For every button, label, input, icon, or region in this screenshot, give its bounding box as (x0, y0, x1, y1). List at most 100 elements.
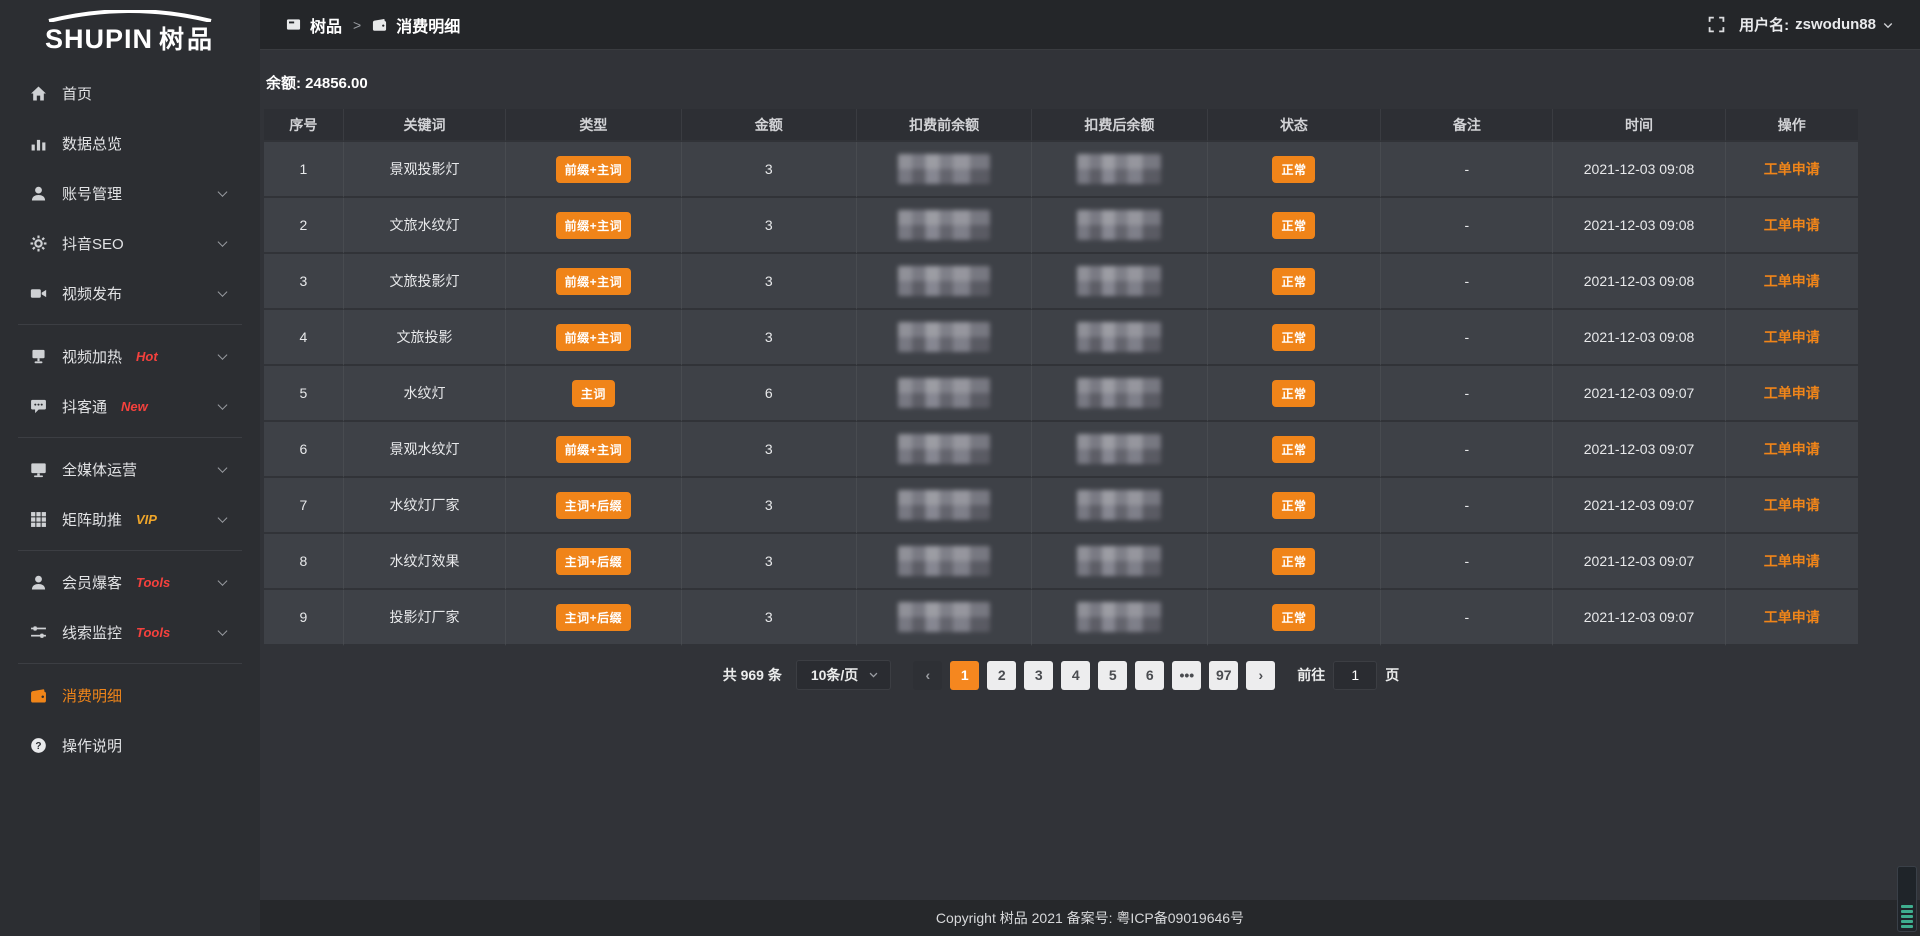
sliders-icon (30, 624, 47, 641)
work-order-link[interactable]: 工单申请 (1764, 553, 1820, 569)
pagination-page-button[interactable]: 97 (1209, 661, 1238, 690)
column-header: 扣费前余额 (857, 109, 1032, 142)
work-order-link[interactable]: 工单申请 (1764, 609, 1820, 625)
sidebar-item-sliders-10[interactable]: 线索监控Tools (0, 607, 260, 657)
work-order-link[interactable]: 工单申请 (1764, 441, 1820, 457)
cell-type: 主词 (506, 366, 681, 422)
work-order-link[interactable]: 工单申请 (1764, 217, 1820, 233)
screen-icon (30, 348, 47, 365)
sidebar-item-label: 抖客通 (62, 396, 107, 417)
page-size-select[interactable]: 10条/页 (796, 660, 891, 690)
cell-time: 2021-12-03 09:07 (1553, 366, 1725, 422)
chevron-down-icon (218, 287, 228, 297)
sidebar-item-label: 账号管理 (62, 183, 122, 204)
gear-icon (30, 235, 47, 252)
work-order-link[interactable]: 工单申请 (1764, 329, 1820, 345)
menu-divider (18, 437, 242, 438)
cell-time: 2021-12-03 09:08 (1553, 198, 1725, 254)
cell-index: 5 (264, 366, 344, 422)
sidebar-item-video-4[interactable]: 视频发布 (0, 268, 260, 318)
sidebar-item-user-9[interactable]: 会员爆客Tools (0, 557, 260, 607)
sidebar-item-screen-5[interactable]: 视频加热Hot (0, 331, 260, 381)
work-order-link[interactable]: 工单申请 (1764, 161, 1820, 177)
sidebar-item-home-0[interactable]: 首页 (0, 68, 260, 118)
sidebar-item-tag: New (121, 399, 148, 414)
chevron-down-icon (218, 187, 228, 197)
cell-type: 前缀+主词 (506, 142, 681, 198)
breadcrumb: 树品 > 消费明细 (286, 13, 460, 37)
cell-index: 7 (264, 478, 344, 534)
cell-balance-before (857, 422, 1032, 478)
cell-keyword: 文旅投影灯 (344, 254, 507, 310)
pagination-page-button[interactable]: 6 (1135, 661, 1164, 690)
pagination-page-button[interactable]: 4 (1061, 661, 1090, 690)
work-order-link[interactable]: 工单申请 (1764, 273, 1820, 289)
column-header: 关键词 (344, 109, 507, 142)
sidebar-item-grid-8[interactable]: 矩阵助推VIP (0, 494, 260, 544)
username-label: 用户名: (1739, 14, 1789, 35)
sidebar-item-chat-6[interactable]: 抖客通 New (0, 381, 260, 431)
goto-label: 前往 (1297, 665, 1325, 685)
floating-widget[interactable] (1897, 866, 1917, 932)
type-badge: 前缀+主词 (556, 436, 632, 463)
cell-time: 2021-12-03 09:07 (1553, 534, 1725, 590)
cell-balance-before (857, 310, 1032, 366)
user-dropdown[interactable]: 用户名: zswodun88 (1739, 14, 1894, 35)
status-badge: 正常 (1272, 436, 1315, 463)
work-order-link[interactable]: 工单申请 (1764, 385, 1820, 401)
blurred-value (1077, 378, 1161, 408)
cell-index: 2 (264, 198, 344, 254)
sidebar-item-tag: Tools (136, 625, 170, 640)
status-badge: 正常 (1272, 268, 1315, 295)
table-row: 5水纹灯主词6正常-2021-12-03 09:07工单申请 (264, 366, 1858, 422)
sidebar-item-gear-3[interactable]: 抖音SEO (0, 218, 260, 268)
balance-label: 余额: (266, 75, 301, 92)
cell-keyword: 水纹灯厂家 (344, 478, 507, 534)
blurred-value (1077, 322, 1161, 352)
cell-amount: 3 (682, 534, 857, 590)
type-badge: 主词+后缀 (556, 492, 632, 519)
balance: 余额: 24856.00 (266, 72, 1858, 93)
menu-divider (18, 324, 242, 325)
question-icon: ? (30, 737, 47, 754)
blurred-value (1077, 434, 1161, 464)
table-body: 1景观投影灯前缀+主词3正常-2021-12-03 09:08工单申请2文旅水纹… (264, 142, 1858, 646)
sidebar-item-user-2[interactable]: 账号管理 (0, 168, 260, 218)
column-header: 时间 (1553, 109, 1725, 142)
sidebar-item-label: 抖音SEO (62, 233, 124, 254)
cell-action: 工单申请 (1726, 534, 1858, 590)
pagination-goto: 前往 页 (1297, 661, 1399, 690)
cell-balance-after (1032, 254, 1207, 310)
cell-remark: - (1381, 198, 1553, 254)
pagination-prev-button[interactable]: ‹ (913, 661, 942, 690)
fullscreen-icon[interactable] (1708, 16, 1725, 33)
goto-page-input[interactable] (1333, 661, 1377, 690)
sidebar-item-tag: VIP (136, 512, 157, 527)
cell-keyword: 投影灯厂家 (344, 590, 507, 646)
pagination-page-button[interactable]: 5 (1098, 661, 1127, 690)
cell-time: 2021-12-03 09:07 (1553, 478, 1725, 534)
pagination-page-button[interactable]: 1 (950, 661, 979, 690)
cell-type: 前缀+主词 (506, 198, 681, 254)
consumption-table: 序号关键词类型金额扣费前余额扣费后余额状态备注时间操作 1景观投影灯前缀+主词3… (264, 109, 1858, 646)
sidebar-menu: 首页数据总览账号管理抖音SEO 视频发布视频加热Hot 抖客通 New 全媒体运营矩阵助… (0, 68, 260, 770)
cell-type: 前缀+主词 (506, 254, 681, 310)
sidebar-item-monitor-7[interactable]: 全媒体运营 (0, 444, 260, 494)
cell-amount: 3 (682, 422, 857, 478)
blurred-value (898, 378, 990, 408)
pagination-page-button[interactable]: 3 (1024, 661, 1053, 690)
cell-index: 3 (264, 254, 344, 310)
blurred-value (1077, 210, 1161, 240)
pagination-page-button[interactable]: 2 (987, 661, 1016, 690)
sidebar-item-bar-chart-1[interactable]: 数据总览 (0, 118, 260, 168)
cell-keyword: 文旅投影 (344, 310, 507, 366)
pagination-ellipsis-button[interactable]: ••• (1172, 661, 1201, 690)
work-order-link[interactable]: 工单申请 (1764, 497, 1820, 513)
breadcrumb-home[interactable]: 树品 (310, 13, 342, 37)
pagination-next-button[interactable]: › (1246, 661, 1275, 690)
sidebar-item-question-12[interactable]: ?操作说明 (0, 720, 260, 770)
cell-action: 工单申请 (1726, 254, 1858, 310)
sidebar-item-wallet-11[interactable]: 消费明细 (0, 670, 260, 720)
sidebar-item-label: 视频发布 (62, 283, 122, 304)
chat-icon (30, 398, 47, 415)
